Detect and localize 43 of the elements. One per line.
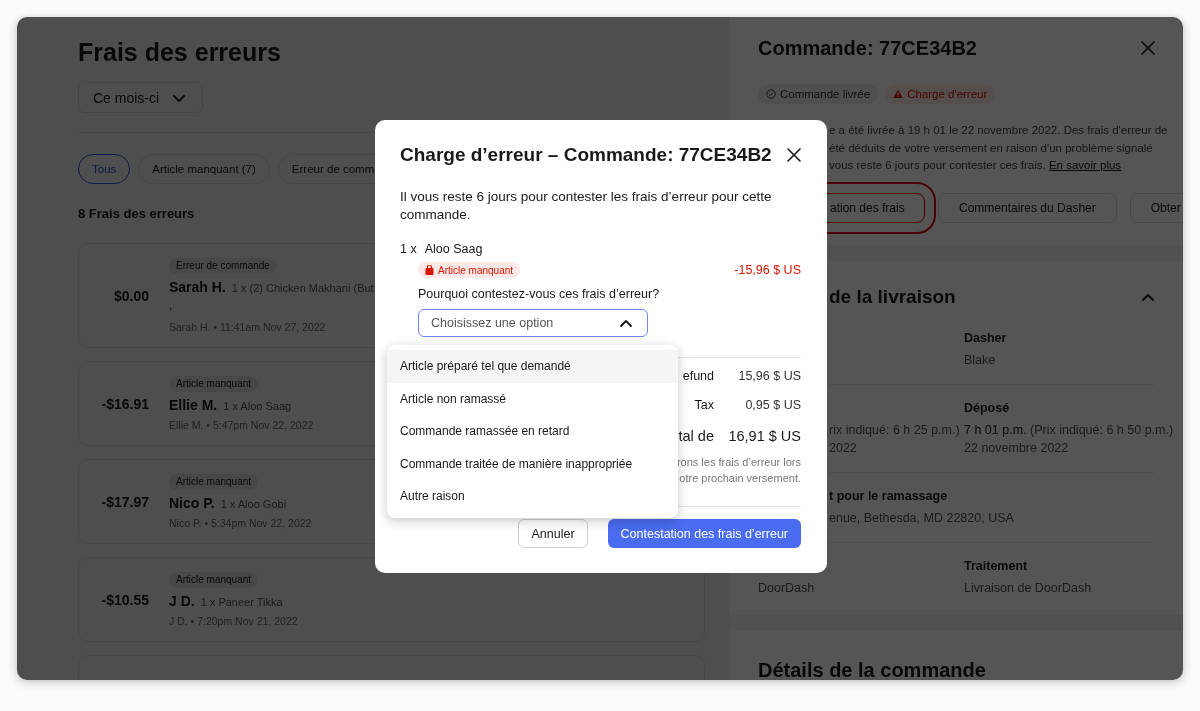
charge-count: 8 Frais des erreurs <box>78 205 195 223</box>
issue-tag: Article manquant <box>169 474 259 490</box>
order-title: Commande: 77CE34B2 <box>758 36 977 61</box>
section-heading: de la livraison <box>828 284 956 309</box>
field-value: 2022 <box>829 439 857 457</box>
charge-amount: -$16.91 <box>100 395 149 412</box>
customer-name: J D. <box>169 593 195 609</box>
customer-name: Nico P. <box>169 495 215 511</box>
issue-tag: Article manquant <box>169 376 259 392</box>
summary-label: tal de <box>678 427 714 446</box>
page-title: Frais des erreurs <box>78 37 282 67</box>
summary-note: rons les frais d’erreur lors otre prochain versement. <box>676 455 801 486</box>
summary-value: 16,91 $ US <box>727 427 801 446</box>
dialog-title: Charge d’erreur – Commande: 77CE34B2 <box>400 143 772 167</box>
charge-amount: -$10.55 <box>100 591 149 608</box>
summary-label: efund <box>682 368 714 385</box>
field-value: Blake <box>964 351 996 369</box>
customer-name: Sarah H. <box>169 279 226 295</box>
item-name: Aloo Saag <box>424 242 483 256</box>
issue-tag: Article manquant <box>169 572 259 588</box>
field-value: 22 novembre 2022 <box>964 439 1069 457</box>
charge-amount: $0.00 <box>112 287 149 304</box>
charge-amount: -$17.97 <box>100 493 149 510</box>
chip-label: Commande livrée <box>780 88 871 100</box>
dispute-question: Pourquoi contestez-vous ces frais d’erreur? <box>418 286 661 302</box>
summary-label: Tax <box>694 397 714 414</box>
customer-name: Ellie M. <box>169 397 218 413</box>
charge-amount: -15,96 $ US <box>734 263 801 277</box>
charge-note: , <box>169 297 174 314</box>
badge-label: Article manquant <box>438 264 514 276</box>
field-label: t pour le ramassage <box>829 487 948 505</box>
field-label: Traitement <box>964 557 1028 575</box>
chip-label: Charge d'erreur <box>907 88 988 100</box>
field-value: Livraison de DoorDash <box>964 579 1092 597</box>
section-heading: Détails de la commande <box>758 657 987 680</box>
issue-tag: Erreur de commande <box>169 258 277 274</box>
summary-value: 15,96 $ US <box>737 368 801 385</box>
field-label: Dasher <box>964 329 1007 347</box>
summary-value: 0,95 $ US <box>744 397 801 414</box>
item-quantity: 1 x <box>400 242 417 256</box>
field-value: DoorDash <box>758 579 815 597</box>
field-value: enue, Bethesda, MD 22820, USA <box>829 509 1014 527</box>
field-label: Déposé <box>964 399 1010 417</box>
